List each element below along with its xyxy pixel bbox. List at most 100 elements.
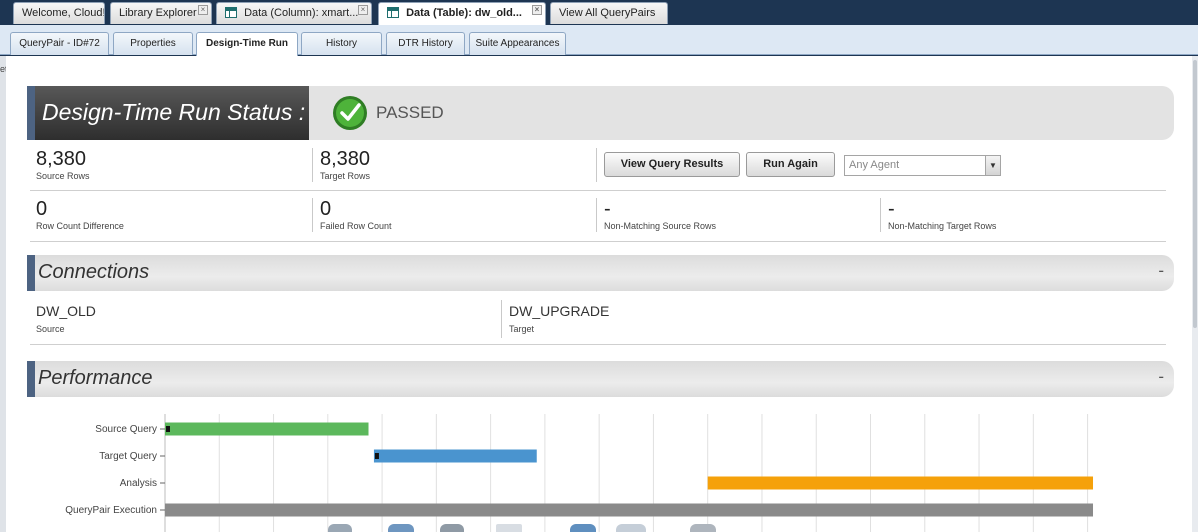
chevron-down-icon: ▼ [985, 156, 1000, 175]
metric-value: 0 [320, 198, 332, 220]
tab-library-explorer[interactable]: Library Explorer × [110, 2, 212, 24]
status-title: Design-Time Run Status : [42, 99, 306, 125]
connections-header[interactable]: Connections - [27, 255, 1174, 291]
metric-value: 8,380 [36, 148, 87, 170]
bar [373, 449, 537, 463]
gear-icon [440, 524, 464, 532]
tab-view-all-querypairs-label: View All QueryPairs [559, 7, 656, 19]
top-tab-strip: Welcome, Cloud! Library Explorer × Data … [0, 0, 1198, 25]
tab-dtr-history[interactable]: DTR History [386, 32, 465, 55]
agent-select[interactable]: Any Agent ▼ [844, 155, 1001, 176]
scrollbar-thumb[interactable] [1193, 60, 1197, 328]
metric-target-rows: 8,380 Target Rows [320, 148, 370, 181]
metric-label: Non-Matching Target Rows [888, 221, 997, 231]
metric-failed-row-count: 0 Failed Row Count [320, 198, 392, 231]
section-title: Performance [38, 367, 153, 389]
connection-name: DW_UPGRADE [509, 303, 610, 319]
tab-design-time-run[interactable]: Design-Time Run [196, 32, 298, 56]
metric-row-count-difference: 0 Row Count Difference [36, 198, 124, 231]
tab-welcome[interactable]: Welcome, Cloud! [13, 2, 105, 24]
divider [596, 198, 597, 232]
bar-start-marker [166, 426, 170, 432]
globe-icon [388, 524, 414, 532]
run-again-button[interactable]: Run Again [746, 152, 835, 177]
tab-label: History [325, 38, 358, 49]
divider [596, 148, 597, 182]
status-panel: Design-Time Run Status : PASSED [27, 86, 1174, 140]
performance-header[interactable]: Performance - [27, 361, 1174, 397]
metric-non-matching-target-rows: - Non-Matching Target Rows [888, 198, 996, 231]
table-grid-icon [225, 7, 237, 18]
bar [707, 476, 1094, 490]
tab-querypair-id[interactable]: QueryPair - ID#72 [10, 32, 109, 55]
tab-label: QueryPair - ID#72 [19, 38, 100, 49]
status-value: PASSED [376, 103, 444, 122]
close-icon[interactable]: × [532, 5, 542, 15]
metric-value: - [888, 198, 895, 220]
connection-source: DW_OLD Source [36, 303, 96, 334]
tab-suite-appearances[interactable]: Suite Appearances [469, 32, 566, 55]
tick-label: Source Query [95, 424, 157, 435]
tab-properties[interactable]: Properties [113, 32, 193, 55]
metric-label: Non-Matching Source Rows [604, 221, 717, 231]
tab-data-table[interactable]: Data (Table): dw_old... × [378, 2, 546, 25]
divider [312, 198, 313, 232]
tab-data-column-label: Data (Column): xmart... [244, 7, 359, 19]
divider [501, 300, 502, 338]
close-icon[interactable]: × [358, 5, 368, 15]
collapse-toggle[interactable]: - [1158, 367, 1164, 387]
metric-label: Row Count Difference [36, 221, 124, 231]
collapse-toggle[interactable]: - [1158, 261, 1164, 281]
metric-non-matching-source-rows: - Non-Matching Source Rows [604, 198, 716, 231]
taskbar-dock [320, 520, 740, 532]
connection-role: Target [509, 324, 535, 334]
browser-icon [570, 524, 596, 532]
vertical-scrollbar[interactable] [1192, 56, 1198, 532]
metric-label: Source Rows [36, 171, 90, 181]
metric-label: Failed Row Count [320, 221, 392, 231]
check-circle-icon [333, 96, 367, 130]
metric-source-rows: 8,380 Source Rows [36, 148, 90, 181]
divider [30, 344, 1166, 345]
tab-library-explorer-label: Library Explorer [119, 7, 197, 19]
tick-label: Target Query [99, 451, 157, 462]
tab-label: Properties [130, 38, 176, 49]
chat-icon [616, 524, 646, 532]
table-grid-icon [387, 7, 399, 18]
divider [880, 198, 881, 232]
tab-data-column[interactable]: Data (Column): xmart... × [216, 2, 372, 24]
metric-value: 0 [36, 198, 48, 220]
agent-select-value: Any Agent [849, 159, 900, 171]
bar-start-marker [374, 453, 379, 459]
main-content: Design-Time Run Status : PASSED 8,380 So… [6, 56, 1192, 532]
tab-welcome-label: Welcome, Cloud! [22, 7, 105, 19]
tick-label: QueryPair Execution [65, 505, 157, 516]
sub-tab-strip: QueryPair - ID#72 Properties Design-Time… [0, 25, 1198, 56]
close-icon[interactable]: × [198, 5, 208, 15]
database-icon [328, 524, 352, 532]
metric-value: 8,380 [320, 148, 371, 170]
view-query-results-button[interactable]: View Query Results [604, 152, 740, 177]
metric-value: - [604, 198, 611, 220]
status-title-block: Design-Time Run Status : [27, 86, 309, 140]
bar [165, 503, 1094, 517]
divider [312, 148, 313, 182]
connection-role: Source [36, 324, 65, 334]
performance-chart: Source Query Target Query Analysis QueryPai… [65, 414, 1094, 532]
tab-label: DTR History [398, 38, 453, 49]
tick-label: Analysis [120, 478, 157, 489]
tab-view-all-querypairs[interactable]: View All QueryPairs [550, 2, 668, 24]
tab-history[interactable]: History [301, 32, 382, 55]
connection-target: DW_UPGRADE Target [509, 303, 609, 334]
bar [165, 422, 369, 436]
tab-label: Suite Appearances [475, 38, 560, 49]
sphere-icon [690, 524, 716, 532]
tab-data-table-label: Data (Table): dw_old... [406, 7, 522, 19]
section-title: Connections [38, 261, 150, 283]
metric-label: Target Rows [320, 171, 371, 181]
divider [30, 190, 1166, 191]
tab-label: Design-Time Run [205, 38, 289, 49]
connection-name: DW_OLD [36, 303, 96, 319]
document-icon [496, 524, 522, 532]
divider [30, 241, 1166, 242]
